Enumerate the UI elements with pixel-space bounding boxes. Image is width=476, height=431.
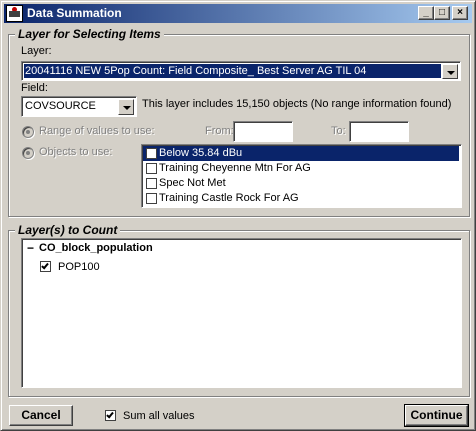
list-item-checkbox[interactable] <box>146 193 157 204</box>
objects-list[interactable]: Below 35.84 dBu Training Cheyenne Mtn Fo… <box>141 144 462 208</box>
cancel-button[interactable]: Cancel <box>9 405 73 426</box>
list-item-label: Spec Not Met <box>159 177 226 189</box>
range-label: Range of values to use: <box>39 125 155 137</box>
layer-dropdown-button[interactable] <box>442 64 458 79</box>
list-item-checkbox[interactable] <box>146 163 157 174</box>
from-input[interactable] <box>233 121 293 142</box>
list-item-label: Training Castle Rock For AG <box>159 192 299 204</box>
selecting-group-label: Layer for Selecting Items <box>15 27 164 41</box>
tree-collapse-icon[interactable]: − <box>27 241 34 255</box>
tree-field-checkbox[interactable] <box>40 261 51 272</box>
minimize-icon: _ <box>423 7 429 18</box>
check-icon <box>106 410 114 419</box>
continue-button[interactable]: Continue <box>404 404 469 427</box>
objects-label: Objects to use: <box>39 146 113 158</box>
check-icon <box>41 261 49 270</box>
tree-field-label: POP100 <box>58 261 100 273</box>
list-item[interactable]: Below 35.84 dBu <box>143 146 459 161</box>
range-radio[interactable] <box>22 126 34 138</box>
field-dropdown-button[interactable] <box>118 99 134 115</box>
from-label: From: <box>205 125 234 137</box>
list-item[interactable]: Spec Not Met <box>143 176 459 191</box>
to-label: To: <box>331 125 346 137</box>
objects-radio-dot <box>26 151 30 155</box>
sum-all-label: Sum all values <box>123 410 195 422</box>
layer-combobox[interactable]: 20041116 NEW 5Pop Count: Field Composite… <box>21 61 461 81</box>
maximize-button[interactable]: □ <box>434 6 450 20</box>
list-item[interactable]: Training Castle Rock For AG <box>143 191 459 206</box>
to-input[interactable] <box>349 121 409 142</box>
count-layers-tree[interactable]: − CO_block_population POP100 <box>21 238 462 388</box>
app-icon-body <box>9 11 20 17</box>
layer-label: Layer: <box>21 45 52 57</box>
chevron-down-icon <box>447 71 455 75</box>
field-label: Field: <box>21 82 48 94</box>
list-item-checkbox[interactable] <box>146 178 157 189</box>
sum-all-checkbox[interactable] <box>105 410 116 421</box>
list-item-checkbox[interactable] <box>146 148 157 159</box>
layer-combobox-value: 20041116 NEW 5Pop Count: Field Composite… <box>25 65 367 77</box>
close-icon: × <box>457 7 463 18</box>
field-combobox-value: COVSOURCE <box>25 100 96 112</box>
chevron-down-icon <box>123 106 131 110</box>
title-bar[interactable]: Data Summation _ □ × <box>4 4 472 23</box>
list-item-label: Below 35.84 dBu <box>159 147 243 159</box>
range-radio-dot <box>26 130 30 134</box>
close-button[interactable]: × <box>452 6 468 20</box>
counting-group-label: Layer(s) to Count <box>15 223 121 237</box>
tree-field-item[interactable]: POP100 <box>38 259 238 274</box>
window-title: Data Summation <box>27 6 122 20</box>
tree-layer-name: CO_block_population <box>39 242 153 254</box>
minimize-button[interactable]: _ <box>418 6 434 20</box>
list-item[interactable]: Training Cheyenne Mtn For AG <box>143 161 459 176</box>
maximize-icon: □ <box>438 7 446 18</box>
data-summation-window: Data Summation _ □ × Layer for Selecting… <box>0 0 476 431</box>
layer-info-text: This layer includes 15,150 objects (No r… <box>142 98 452 110</box>
objects-radio[interactable] <box>22 147 34 159</box>
field-combobox[interactable]: COVSOURCE <box>21 96 137 117</box>
list-item-label: Training Cheyenne Mtn For AG <box>159 162 311 174</box>
app-icon <box>6 5 23 22</box>
